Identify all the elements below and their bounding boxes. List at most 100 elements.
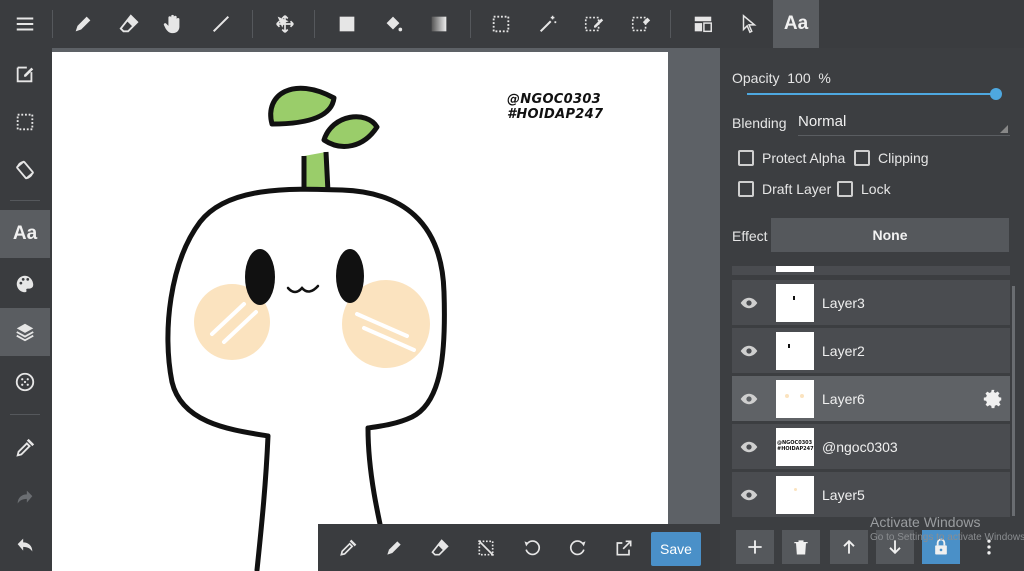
watermark-text: @NGOC0303 #HOIDAP247 xyxy=(507,92,603,122)
redo-icon[interactable] xyxy=(0,474,50,522)
menu-icon[interactable] xyxy=(2,0,48,48)
opacity-slider-track[interactable] xyxy=(747,93,997,95)
layers-icon[interactable] xyxy=(0,308,50,356)
bucket-fill-icon[interactable] xyxy=(370,0,416,48)
layer-thumbnail xyxy=(776,475,814,514)
eraser-tool-icon[interactable] xyxy=(106,0,152,48)
magic-wand-icon[interactable] xyxy=(525,0,571,48)
opacity-slider-handle[interactable] xyxy=(990,88,1002,100)
activate-windows-title: Activate Windows xyxy=(870,514,981,530)
text-tool-button[interactable]: Aa xyxy=(773,0,819,48)
add-layer-button[interactable] xyxy=(736,530,774,564)
layer-row-partial[interactable] xyxy=(732,266,1010,276)
checkbox-box xyxy=(738,181,754,197)
layer-properties-panel: Opacity 100 % Blending Normal Protect Al… xyxy=(720,48,1024,571)
arrow-up-icon xyxy=(843,539,855,554)
move-tool-icon[interactable] xyxy=(262,0,308,48)
line-tool-icon[interactable] xyxy=(198,0,244,48)
eye-icon[interactable] xyxy=(732,438,766,456)
delete-layer-button[interactable] xyxy=(782,530,820,564)
sprout-character-drawing xyxy=(165,85,447,571)
lock-checkbox[interactable]: Lock xyxy=(837,181,891,197)
rotate-canvas-icon[interactable] xyxy=(0,146,50,194)
move-layer-up-button[interactable] xyxy=(830,530,868,564)
drawing-canvas[interactable]: @NGOC0303 #HOIDAP247 xyxy=(52,52,668,571)
protect-alpha-label: Protect Alpha xyxy=(762,150,846,166)
layer-name: Layer6 xyxy=(822,390,865,407)
opacity-label-row: Opacity 100 % xyxy=(732,70,831,86)
left-sidebar: Aa xyxy=(0,48,52,571)
select-pen-icon[interactable] xyxy=(571,0,617,48)
eraser-quick-icon[interactable] xyxy=(420,524,460,571)
hand-tool-icon[interactable] xyxy=(150,0,196,48)
gear-icon[interactable] xyxy=(982,388,1004,410)
layout-panel-icon[interactable] xyxy=(680,0,726,48)
eyedropper-icon[interactable] xyxy=(0,424,50,472)
activate-windows-subtitle: Go to Settings to activate Windows. xyxy=(870,532,1024,543)
fill-rect-icon[interactable] xyxy=(324,0,370,48)
layer-list[interactable]: Layer3 Layer2 Layer6 @NGOC0303 #HOIDAP24… xyxy=(732,266,1010,518)
checkbox-box xyxy=(837,181,853,197)
watermark-line-2: #HOIDAP247 xyxy=(507,107,604,122)
text-sidebar-label: Aa xyxy=(12,223,38,244)
opacity-label: Opacity xyxy=(732,70,780,86)
layer-name: Layer3 xyxy=(822,294,865,311)
layer-thumbnail xyxy=(776,331,814,370)
clipping-label: Clipping xyxy=(878,150,929,166)
selection-icon[interactable] xyxy=(0,98,50,146)
clipping-checkbox[interactable]: Clipping xyxy=(854,150,929,166)
text-sidebar-button[interactable]: Aa xyxy=(0,210,50,258)
layer-row[interactable]: Layer3 xyxy=(732,280,1010,326)
cursor-icon[interactable] xyxy=(726,0,772,48)
eyedropper-quick-icon[interactable] xyxy=(328,524,368,571)
eye-icon[interactable] xyxy=(732,486,766,504)
layer-thumbnail xyxy=(776,283,814,322)
dropdown-arrow-icon xyxy=(1000,125,1008,133)
material-icon[interactable] xyxy=(0,358,50,406)
layer-thumbnail: @NGOC0303 #HOIDAP247 xyxy=(776,427,814,466)
text-tool-label: Aa xyxy=(783,13,809,34)
pen-tool-icon[interactable] xyxy=(60,0,106,48)
rotate-right-icon[interactable] xyxy=(558,524,598,571)
checkbox-box xyxy=(854,150,870,166)
blending-select[interactable]: Normal xyxy=(798,110,1010,136)
top-toolbar: Aa xyxy=(0,0,1024,48)
eye-icon[interactable] xyxy=(732,390,766,408)
effect-button[interactable]: None xyxy=(771,218,1009,252)
bottom-toolbar: Save xyxy=(318,524,720,571)
effect-label: Effect xyxy=(732,228,768,244)
layer-row[interactable]: Layer5 xyxy=(732,472,1010,518)
eye-icon[interactable] xyxy=(732,342,766,360)
save-button[interactable]: Save xyxy=(651,532,701,566)
layer-row[interactable]: Layer2 xyxy=(732,328,1010,374)
undo-icon[interactable] xyxy=(0,522,50,570)
layer-name: @ngoc0303 xyxy=(822,438,898,455)
export-icon[interactable] xyxy=(604,524,644,571)
plus-icon xyxy=(748,540,762,554)
checkbox-box xyxy=(738,150,754,166)
layer-row-selected[interactable]: Layer6 xyxy=(732,376,1010,422)
protect-alpha-checkbox[interactable]: Protect Alpha xyxy=(738,150,845,166)
draft-layer-label: Draft Layer xyxy=(762,181,832,197)
draft-layer-checkbox[interactable]: Draft Layer xyxy=(738,181,831,197)
edit-canvas-icon[interactable] xyxy=(0,50,50,98)
blending-label: Blending xyxy=(732,115,787,131)
layer-thumbnail xyxy=(776,379,814,418)
rotate-left-icon[interactable] xyxy=(512,524,552,571)
layer-list-scrollbar[interactable] xyxy=(1012,286,1015,516)
gradient-icon[interactable] xyxy=(416,0,462,48)
lock-label: Lock xyxy=(861,181,891,197)
layer-name: Layer5 xyxy=(822,486,865,503)
select-eraser-icon[interactable] xyxy=(618,0,664,48)
thumb-text-line-2: #HOIDAP247 xyxy=(777,445,814,452)
thumb-text-line-1: @NGOC0303 xyxy=(777,439,813,446)
select-rect-icon[interactable] xyxy=(478,0,524,48)
deselect-icon[interactable] xyxy=(466,524,506,571)
trash-icon xyxy=(794,540,808,555)
layer-row[interactable]: @NGOC0303 #HOIDAP247 @ngoc0303 xyxy=(732,424,1010,470)
opacity-unit: % xyxy=(818,70,831,86)
opacity-value: 100 xyxy=(787,70,811,86)
palette-icon[interactable] xyxy=(0,260,50,308)
eye-icon[interactable] xyxy=(732,294,766,312)
pen-quick-icon[interactable] xyxy=(374,524,414,571)
